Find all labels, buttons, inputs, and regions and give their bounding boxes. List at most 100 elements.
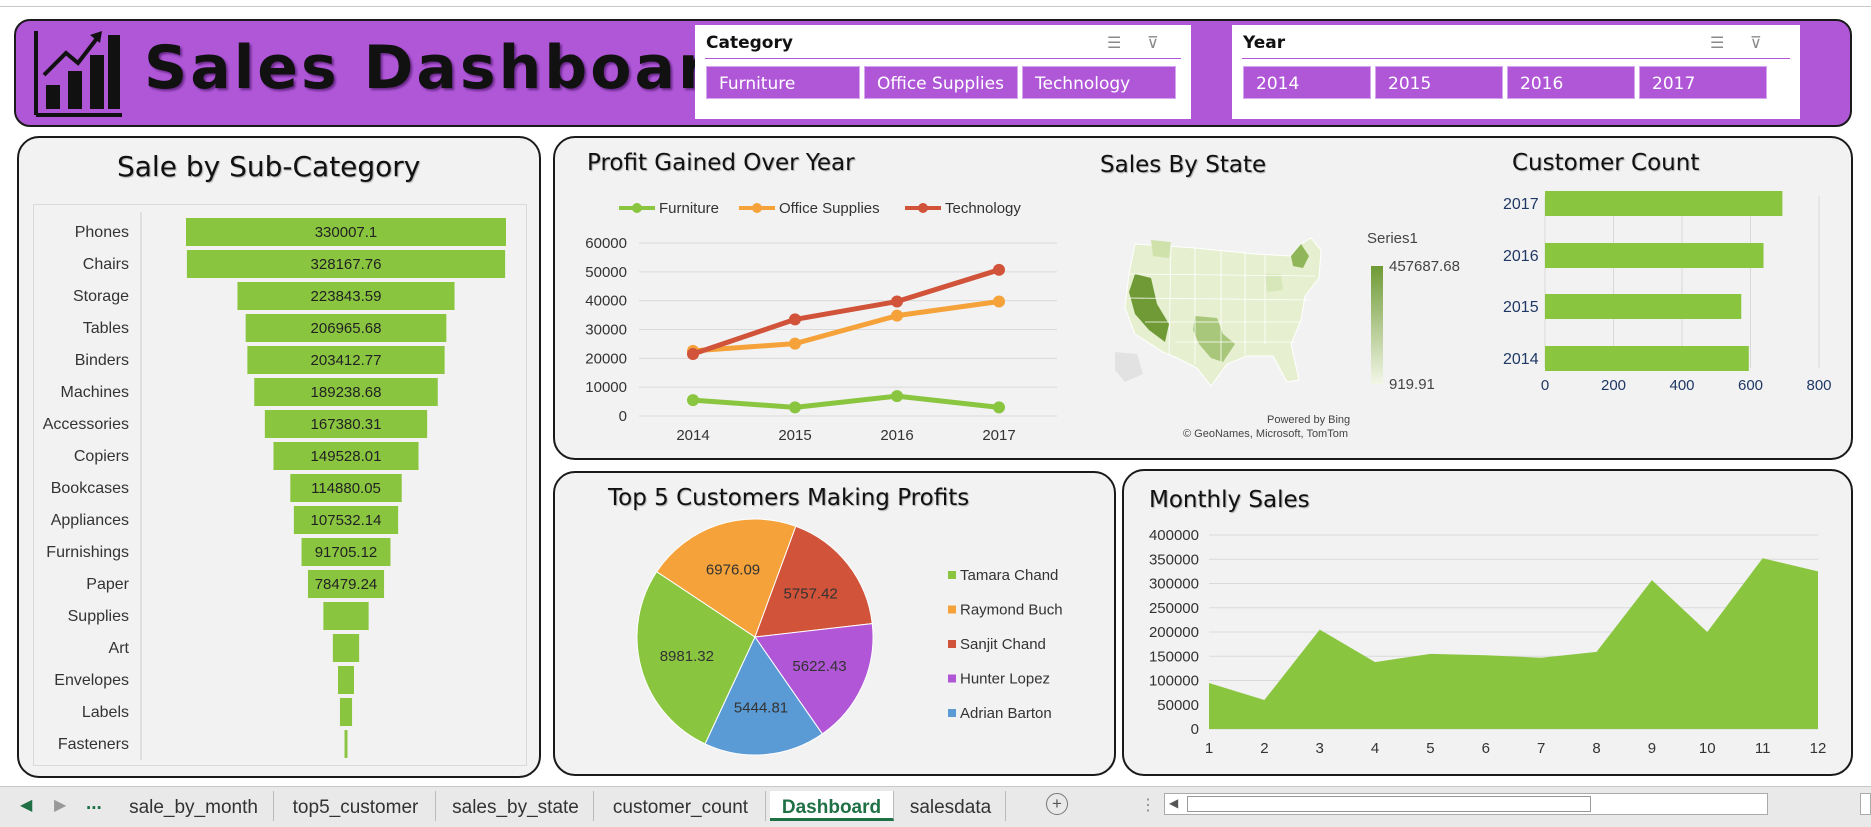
pie-value-label: 5757.42 bbox=[784, 585, 838, 602]
cc-x-tick: 200 bbox=[1601, 377, 1626, 394]
funnel-category-label: Storage bbox=[73, 288, 129, 305]
horizontal-scrollbar[interactable]: ◀ bbox=[1164, 793, 1768, 815]
multi-select-icon[interactable]: ☰ bbox=[1710, 33, 1732, 53]
slicer-item-furniture[interactable]: Furniture bbox=[706, 66, 860, 99]
pie-legend-label: Hunter Lopez bbox=[960, 671, 1050, 688]
monthly-x-tick: 8 bbox=[1592, 740, 1600, 757]
funnel-category-label: Phones bbox=[75, 224, 129, 241]
tab-sale-by-month[interactable]: sale_by_month bbox=[114, 791, 274, 821]
funnel-category-label: Copiers bbox=[74, 448, 129, 465]
funnel-value-label: 107532.14 bbox=[311, 512, 382, 529]
pie-legend-label: Sanjit Chand bbox=[960, 636, 1046, 653]
pie-value-label: 5444.81 bbox=[734, 700, 788, 717]
slicer-item-2014[interactable]: 2014 bbox=[1243, 66, 1371, 99]
category-slicer: Category ☰ ⊽ Furniture Office Supplies T… bbox=[695, 25, 1191, 119]
funnel-category-label: Fasteners bbox=[58, 736, 129, 753]
tab-split-handle-icon[interactable]: ⋮ bbox=[1140, 795, 1156, 815]
funnel-bar bbox=[344, 730, 348, 758]
scroll-right-button[interactable] bbox=[1860, 793, 1871, 815]
add-sheet-icon[interactable]: + bbox=[1046, 793, 1068, 815]
slicer-item-2015[interactable]: 2015 bbox=[1375, 66, 1503, 99]
multi-select-icon[interactable]: ☰ bbox=[1107, 33, 1129, 53]
top-right-panel: Profit Gained Over Year 60000 50000 40000 3… bbox=[553, 136, 1853, 460]
cc-x-tick: 800 bbox=[1806, 377, 1831, 394]
slicer-item-2016[interactable]: 2016 bbox=[1507, 66, 1635, 99]
pie-value-label: 6976.09 bbox=[706, 562, 760, 579]
pie-value-label: 8981.32 bbox=[660, 648, 714, 665]
customer-count-bar-chart: 0 200 400 600 800 2017 2016 2015 2014 bbox=[1503, 191, 1832, 394]
page-title: Sales Dashboard bbox=[144, 33, 757, 103]
tab-dashboard[interactable]: Dashboard bbox=[770, 791, 894, 821]
pie-legend-swatch bbox=[948, 640, 956, 648]
funnel-category-label: Machines bbox=[61, 384, 129, 401]
funnel-value-label: 189238.68 bbox=[311, 384, 382, 401]
pie-legend-swatch bbox=[948, 605, 956, 614]
funnel-bar bbox=[332, 634, 360, 662]
funnel-value-label: 330007.1 bbox=[315, 224, 378, 241]
pie-value-label: 5622.43 bbox=[792, 658, 846, 675]
monthly-y-tick: 150000 bbox=[1149, 648, 1199, 665]
cc-category-label: 2016 bbox=[1503, 248, 1539, 265]
tab-salesdata[interactable]: salesdata bbox=[896, 791, 1006, 821]
funnel-category-label: Supplies bbox=[68, 608, 129, 625]
scroll-thumb[interactable] bbox=[1187, 796, 1591, 812]
funnel-category-label: Tables bbox=[83, 320, 129, 337]
monthly-x-tick: 6 bbox=[1482, 740, 1490, 757]
cc-x-tick: 400 bbox=[1669, 377, 1694, 394]
funnel-category-label: Labels bbox=[82, 704, 129, 721]
funnel-value-label: 78479.24 bbox=[315, 576, 378, 593]
clear-filter-icon[interactable]: ⊽ bbox=[1147, 33, 1169, 53]
funnel-value-label: 167380.31 bbox=[311, 416, 382, 433]
tab-customer-count[interactable]: customer_count bbox=[596, 791, 766, 821]
top-border bbox=[0, 6, 1871, 7]
monthly-x-tick: 7 bbox=[1537, 740, 1545, 757]
slicer-divider bbox=[705, 58, 1181, 59]
funnel-category-label: Appliances bbox=[51, 512, 129, 529]
slicer-item-2017[interactable]: 2017 bbox=[1639, 66, 1767, 99]
cc-x-tick: 600 bbox=[1738, 377, 1763, 394]
funnel-value-label: 91705.12 bbox=[315, 544, 378, 561]
pie-legend-label: Raymond Buch bbox=[960, 602, 1063, 619]
cc-bar bbox=[1545, 191, 1783, 216]
cc-category-label: 2017 bbox=[1503, 196, 1539, 213]
sheet-tab-bar: ◀ ▶ ... sale_by_month top5_customer sale… bbox=[0, 786, 1871, 827]
funnel-category-label: Paper bbox=[86, 576, 129, 593]
monthly-area-chart: 4000003500003000002500002000001500001000… bbox=[1149, 527, 1827, 757]
tab-top5-customer[interactable]: top5_customer bbox=[276, 791, 436, 821]
more-tabs-button[interactable]: ... bbox=[86, 793, 102, 815]
funnel-category-label: Art bbox=[109, 640, 130, 657]
tab-sales-by-state[interactable]: sales_by_state bbox=[438, 791, 594, 821]
subcategory-funnel-chart: Phones 330007.1 Chairs 328167.76 Storage 2238… bbox=[43, 212, 506, 760]
funnel-value-label: 203412.77 bbox=[311, 352, 382, 369]
monthly-y-tick: 0 bbox=[1191, 721, 1199, 738]
monthly-y-tick: 50000 bbox=[1157, 697, 1199, 714]
monthly-x-tick: 12 bbox=[1810, 740, 1827, 757]
scroll-tabs-left-icon[interactable]: ◀ bbox=[20, 795, 32, 815]
scroll-tabs-right-icon[interactable]: ▶ bbox=[54, 795, 66, 815]
slicer-divider bbox=[1242, 58, 1790, 59]
pie-legend-label: Adrian Barton bbox=[960, 705, 1052, 722]
year-slicer-title: Year bbox=[1243, 33, 1286, 53]
cc-x-tick: 0 bbox=[1541, 377, 1549, 394]
funnel-value-label: 223843.59 bbox=[311, 288, 382, 305]
funnel-category-label: Bookcases bbox=[51, 480, 129, 497]
monthly-x-tick: 4 bbox=[1371, 740, 1379, 757]
top5-panel: Top 5 Customers Making Profits 8981.32 69… bbox=[553, 471, 1116, 776]
slicer-item-office-supplies[interactable]: Office Supplies bbox=[864, 66, 1018, 99]
monthly-y-tick: 200000 bbox=[1149, 624, 1199, 641]
monthly-y-tick: 100000 bbox=[1149, 673, 1199, 690]
monthly-x-tick: 2 bbox=[1260, 740, 1268, 757]
year-slicer: Year ☰ ⊽ 2014 2015 2016 2017 bbox=[1232, 25, 1800, 119]
slicer-item-technology[interactable]: Technology bbox=[1022, 66, 1176, 99]
dashboard-header: Sales Dashboard Category ☰ ⊽ Furniture O… bbox=[14, 19, 1852, 127]
pie-legend-label: Tamara Chand bbox=[960, 567, 1058, 584]
scroll-left-icon[interactable]: ◀ bbox=[1169, 796, 1178, 810]
bar-chart-logo-icon bbox=[34, 31, 122, 117]
funnel-category-label: Binders bbox=[75, 352, 129, 369]
clear-filter-icon[interactable]: ⊽ bbox=[1750, 33, 1772, 53]
funnel-value-label: 149528.01 bbox=[311, 448, 382, 465]
funnel-category-label: Envelopes bbox=[54, 672, 129, 689]
top5-pie-chart: 8981.32 6976.09 5757.42 5622.43 5444.81 Tamar… bbox=[636, 518, 1063, 756]
funnel-category-label: Accessories bbox=[43, 416, 129, 433]
funnel-category-label: Furnishings bbox=[46, 544, 129, 561]
